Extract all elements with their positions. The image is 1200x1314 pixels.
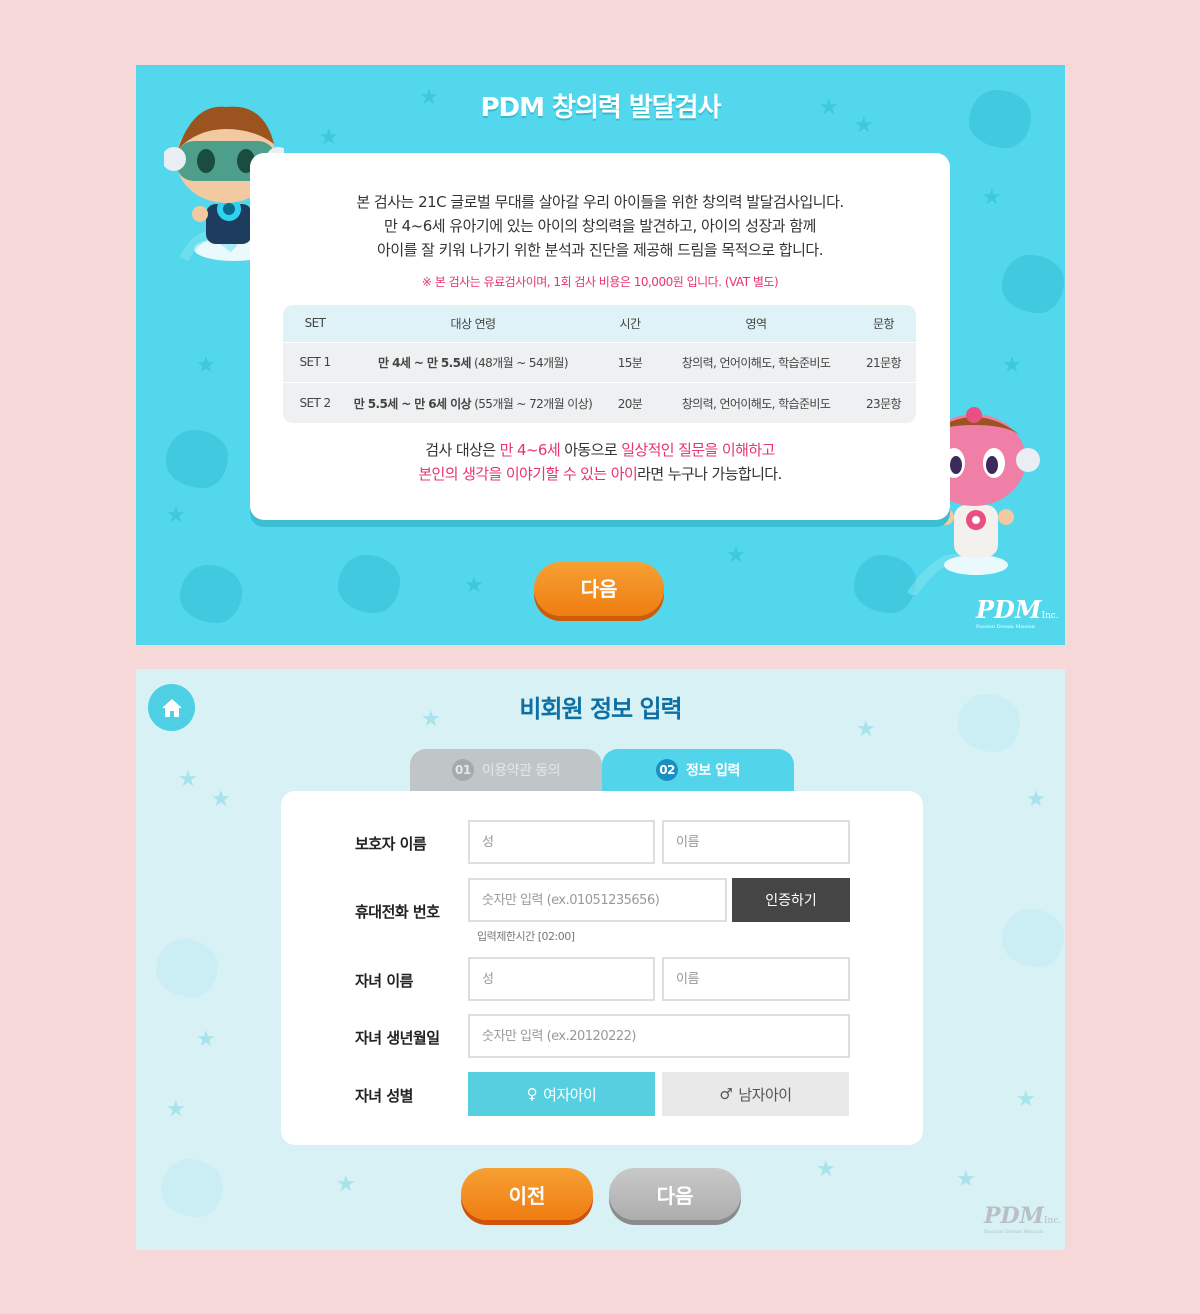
- logo-subtitle: Passion Dream Mission: [984, 1229, 1044, 1235]
- age-cell: 만 5.5세 ~ 만 6세 이상 (55개월 ~ 72개월 이상): [347, 382, 599, 423]
- girl-label: 여자아이: [543, 1085, 597, 1104]
- child-last-name-input[interactable]: [468, 957, 655, 1001]
- age-range: 만 5.5세 ~ 만 6세 이상: [353, 396, 472, 411]
- intro-text: 본 검사는 21C 글로벌 무대를 살아갈 우리 아이들을 위한 창의력 발달검…: [250, 190, 950, 262]
- bg-blob: [166, 430, 228, 488]
- child-name-label: 자녀 이름: [355, 972, 413, 990]
- logo-text: PDM: [976, 595, 1042, 624]
- birth-label: 자녀 생년월일: [355, 1029, 440, 1047]
- target-text: 검사 대상은 만 4~6세 아동으로 일상적인 질문을 이해하고 본인의 생각을…: [250, 438, 950, 486]
- star-icon: ★: [726, 543, 746, 568]
- table-header: 영역: [661, 305, 851, 342]
- bg-blob: [156, 939, 218, 997]
- star-icon: ★: [956, 1167, 976, 1192]
- gender-label: 자녀 성별: [355, 1087, 413, 1105]
- pdm-logo: PDMInc. Passion Dream Mission: [984, 1203, 1061, 1235]
- intro-line: 본 검사는 21C 글로벌 무대를 살아갈 우리 아이들을 위한 창의력 발달검…: [356, 193, 844, 211]
- time-cell: 15분: [599, 341, 661, 383]
- table-header: 시간: [599, 305, 661, 342]
- guest-info-screen: ★ ★ ★ ★ ★ ★ ★ ★ ★ ★ ★ 비회원 정보 입력 01 이용약관 …: [136, 669, 1065, 1250]
- guardian-last-name-input[interactable]: [468, 820, 655, 864]
- star-icon: ★: [178, 767, 198, 792]
- star-icon: ★: [1002, 353, 1022, 378]
- intro-line: 만 4~6세 유아기에 있는 아이의 창의력을 발견하고, 아이의 성장과 함께: [384, 217, 816, 235]
- next-button[interactable]: 다음: [534, 562, 664, 616]
- info-form: 보호자 이름 휴대전화 번호 인증하기 입력제한시간 [02:00] 자녀 이름…: [281, 791, 923, 1145]
- fee-note: ※ 본 검사는 유료검사이며, 1회 검사 비용은 10,000원 입니다. (…: [421, 275, 779, 289]
- logo-text: PDM: [984, 1203, 1044, 1229]
- female-icon: ♀: [526, 1085, 538, 1103]
- table-header: SET: [283, 305, 347, 342]
- logo-subtitle: Passion Dream Mission: [976, 624, 1036, 630]
- target-highlight: 만 4~6세: [499, 441, 561, 459]
- page-title: 비회원 정보 입력: [519, 695, 682, 723]
- target-text-part: 아동으로: [560, 441, 622, 459]
- prev-button[interactable]: 이전: [461, 1168, 593, 1220]
- count-cell: 23문항: [851, 382, 916, 423]
- age-months: (48개월 ~ 54개월): [474, 355, 569, 370]
- bg-blob: [161, 1159, 223, 1217]
- intro-screen: ★ ★ ★ ★ ★ ★ ★ ★ ★ ★ PDM 창의력 발달검사 본 검사는 2…: [136, 65, 1065, 645]
- star-icon: ★: [211, 787, 231, 812]
- page-title: PDM 창의력 발달검사: [480, 93, 721, 123]
- table-header: 대상 연령: [347, 305, 599, 342]
- star-icon: ★: [464, 573, 484, 598]
- star-icon: ★: [1026, 787, 1046, 812]
- star-icon: ★: [166, 1097, 186, 1122]
- target-text-part: 라면 누구나 가능합니다.: [637, 465, 782, 483]
- next-button[interactable]: 다음: [609, 1168, 741, 1220]
- star-icon: ★: [982, 185, 1002, 210]
- star-icon: ★: [816, 1157, 836, 1182]
- age-cell: 만 4세 ~ 만 5.5세 (48개월 ~ 54개월): [347, 341, 599, 383]
- tab-number: 02: [656, 759, 679, 781]
- tab-label: 정보 입력: [686, 763, 740, 779]
- table-row: SET 2 만 5.5세 ~ 만 6세 이상 (55개월 ~ 72개월 이상) …: [283, 382, 916, 423]
- area-cell: 창의력, 언어이해도, 학습준비도: [661, 382, 851, 423]
- star-icon: ★: [166, 503, 186, 528]
- child-first-name-input[interactable]: [662, 957, 850, 1001]
- star-icon: ★: [1016, 1087, 1036, 1112]
- verify-button[interactable]: 인증하기: [732, 878, 850, 922]
- boy-label: 남자아이: [738, 1085, 792, 1104]
- set-cell: SET 1: [283, 341, 347, 383]
- guardian-first-name-input[interactable]: [662, 820, 850, 864]
- table-header: 문항: [851, 305, 916, 342]
- age-months: (55개월 ~ 72개월 이상): [474, 396, 593, 411]
- star-icon: ★: [196, 353, 216, 378]
- bg-blob: [180, 565, 242, 623]
- guardian-name-label: 보호자 이름: [355, 835, 427, 853]
- input-timer: 입력제한시간 [02:00]: [477, 930, 575, 943]
- star-icon: ★: [196, 1027, 216, 1052]
- target-highlight: 본인의 생각을 이야기할 수 있는 아이: [418, 465, 638, 483]
- bg-blob: [1002, 255, 1064, 313]
- tab-info[interactable]: 02 정보 입력: [602, 749, 794, 791]
- tab-terms[interactable]: 01 이용약관 동의: [410, 749, 602, 791]
- phone-label: 휴대전화 번호: [355, 903, 440, 921]
- intro-line: 아이를 잘 키워 나가기 위한 분석과 진단을 제공해 드림을 목적으로 합니다…: [377, 241, 823, 259]
- time-cell: 20분: [599, 382, 661, 423]
- set-cell: SET 2: [283, 382, 347, 423]
- count-cell: 21문항: [851, 341, 916, 383]
- star-icon: ★: [319, 125, 339, 150]
- male-icon: ♂: [719, 1085, 733, 1103]
- table-row: SET 1 만 4세 ~ 만 5.5세 (48개월 ~ 54개월) 15분 창의…: [283, 341, 916, 383]
- bg-blob: [338, 555, 400, 613]
- phone-input[interactable]: [468, 878, 727, 922]
- target-text-part: 검사 대상은: [425, 441, 500, 459]
- star-icon: ★: [336, 1172, 356, 1197]
- bg-blob: [1002, 909, 1064, 967]
- boy-button[interactable]: ♂ 남자아이: [662, 1072, 849, 1116]
- age-range: 만 4세 ~ 만 5.5세: [378, 355, 471, 370]
- logo-suffix: Inc.: [1043, 1216, 1062, 1226]
- set-table: SET 대상 연령 시간 영역 문항 SET 1 만 4세 ~ 만 5.5세 (…: [283, 305, 916, 423]
- tab-label: 이용약관 동의: [481, 763, 561, 779]
- tab-number: 01: [451, 759, 474, 781]
- birth-input[interactable]: [468, 1014, 850, 1058]
- info-card: 본 검사는 21C 글로벌 무대를 살아갈 우리 아이들을 위한 창의력 발달검…: [250, 153, 950, 520]
- girl-button[interactable]: ♀ 여자아이: [468, 1072, 655, 1116]
- logo-suffix: Inc.: [1041, 611, 1059, 621]
- area-cell: 창의력, 언어이해도, 학습준비도: [661, 341, 851, 383]
- pdm-logo: PDMInc. Passion Dream Mission: [976, 595, 1059, 630]
- target-highlight: 일상적인 질문을 이해하고: [621, 441, 775, 459]
